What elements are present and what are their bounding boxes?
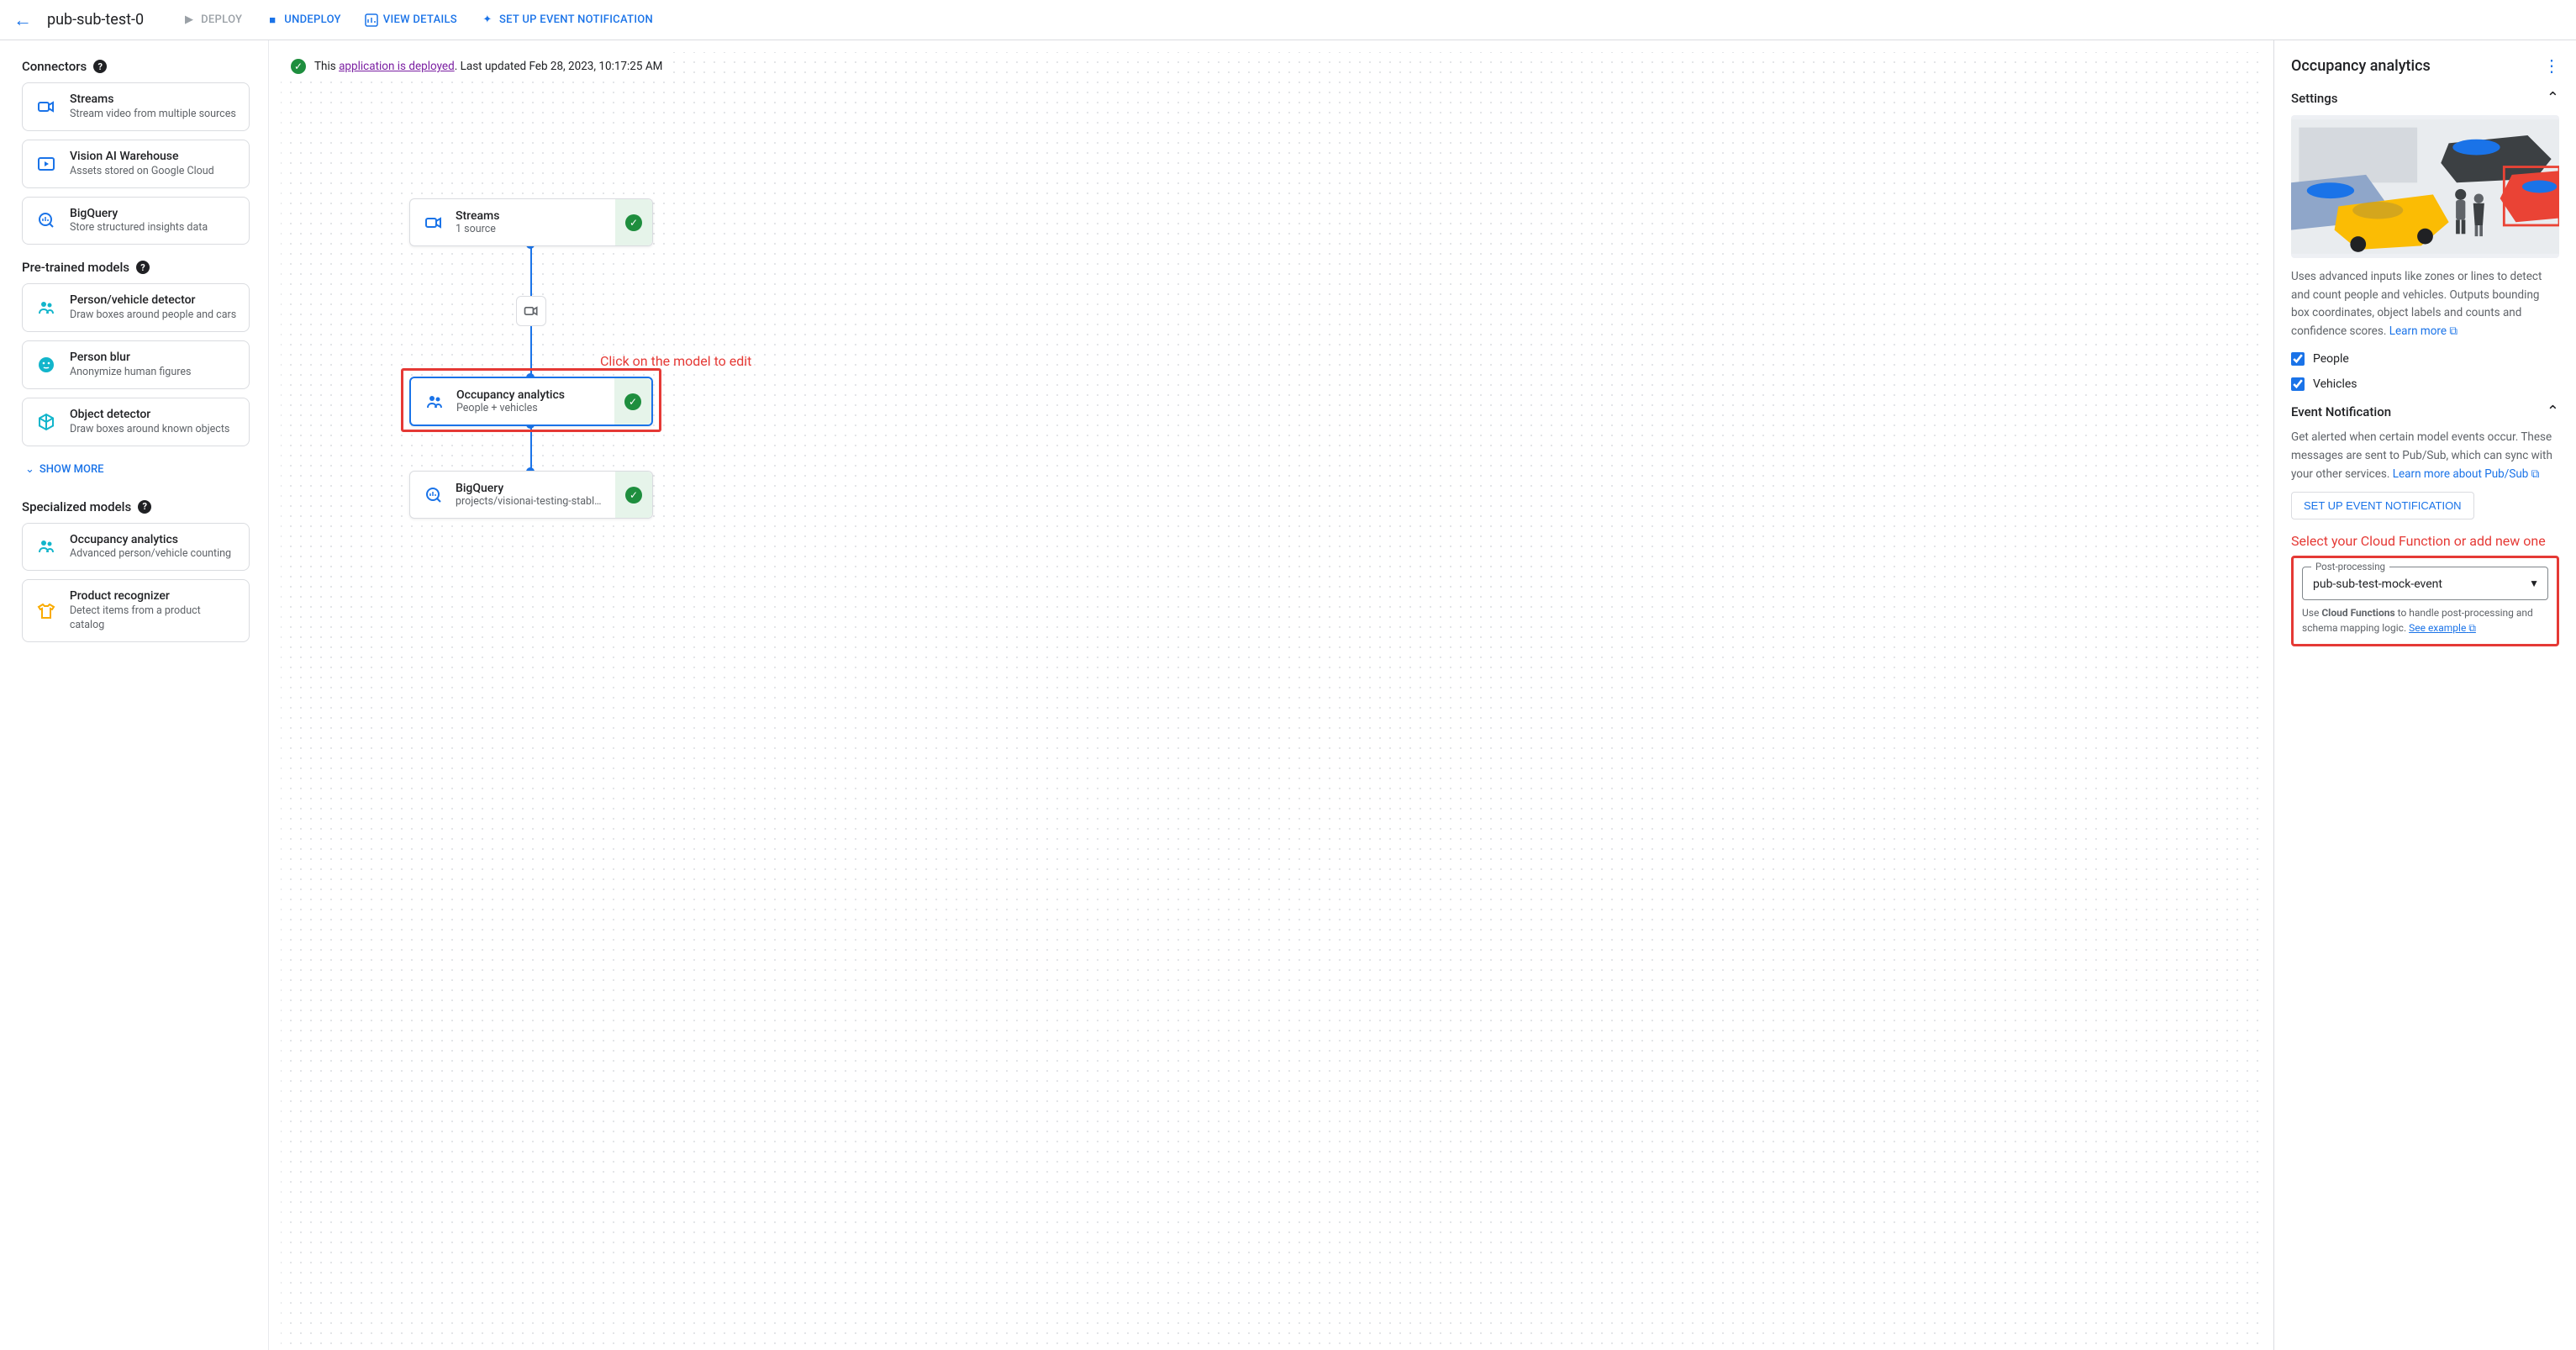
more-menu-button[interactable]: ⋮ — [2543, 55, 2559, 76]
annotation-text: Select your Cloud Function or add new on… — [2291, 533, 2559, 549]
properties-panel: Occupancy analytics ⋮ Settings ⌃ — [2273, 40, 2576, 1350]
event-description: Get alerted when certain model events oc… — [2291, 429, 2559, 483]
people-icon — [34, 535, 58, 558]
post-processing-select[interactable]: Post-processing pub-sub-test-mock-event … — [2302, 567, 2548, 600]
bigquery-icon — [34, 208, 58, 232]
setup-event-notification-button[interactable]: ✦ SET UP EVENT NOTIFICATION — [469, 7, 665, 34]
connector-vision-warehouse[interactable]: Vision AI Warehouse Assets stored on Goo… — [22, 140, 250, 188]
people-icon — [34, 296, 58, 319]
model-product-recognizer[interactable]: Product recognizer Detect items from a p… — [22, 579, 250, 642]
annotation-text: Click on the model to edit — [600, 353, 751, 369]
annotation-highlight: Post-processing pub-sub-test-mock-event … — [2291, 556, 2559, 646]
face-icon — [34, 353, 58, 377]
back-button[interactable]: ← — [13, 9, 32, 31]
components-sidebar: Connectors ? Streams Stream video from m… — [0, 40, 269, 1350]
cube-icon — [34, 410, 58, 434]
page-title: pub-sub-test-0 — [47, 11, 144, 29]
illustration-image — [2291, 115, 2559, 258]
help-icon[interactable]: ? — [138, 500, 151, 514]
pubsub-learn-more-link[interactable]: Learn more about Pub/Sub ⧉ — [2393, 467, 2540, 481]
chevron-up-icon: ⌃ — [2547, 403, 2559, 420]
check-icon: ✓ — [625, 487, 642, 504]
checkbox-vehicles-input[interactable] — [2291, 377, 2305, 391]
node-occupancy-analytics[interactable]: Occupancy analytics People + vehicles ✓ — [409, 377, 653, 426]
checkbox-people-input[interactable] — [2291, 352, 2305, 366]
stop-icon: ■ — [266, 13, 279, 27]
view-details-button[interactable]: VIEW DETAILS — [353, 7, 469, 34]
help-icon[interactable]: ? — [93, 60, 107, 73]
checkbox-vehicles[interactable]: Vehicles — [2291, 377, 2559, 391]
application-deployed-link[interactable]: application is deployed — [339, 60, 455, 73]
chart-icon — [365, 13, 378, 27]
connector-bigquery[interactable]: BigQuery Store structured insights data — [22, 197, 250, 245]
setup-event-notification-button[interactable]: SET UP EVENT NOTIFICATION — [2291, 492, 2474, 519]
bigquery-icon — [422, 483, 445, 507]
camera-icon — [34, 95, 58, 119]
deploy-button[interactable]: ▶ DEPLOY — [171, 7, 254, 34]
help-icon[interactable]: ? — [136, 261, 150, 274]
event-notification-section-toggle[interactable]: Event Notification ⌃ — [2291, 403, 2559, 420]
play-icon: ▶ — [182, 13, 196, 27]
post-processing-hint: Use Cloud Functions to handle post-proce… — [2302, 605, 2548, 635]
specialized-section-header: Specialized models ? — [22, 499, 250, 514]
connector-streams[interactable]: Streams Stream video from multiple sourc… — [22, 82, 250, 131]
play-icon — [34, 152, 58, 176]
learn-more-link[interactable]: Learn more ⧉ — [2389, 324, 2457, 338]
model-object-detector[interactable]: Object detector Draw boxes around known … — [22, 398, 250, 446]
node-bigquery[interactable]: BigQuery projects/visionai-testing-stabl… — [409, 471, 653, 519]
deployment-status: ✓ This application is deployed. Last upd… — [281, 52, 672, 82]
check-icon: ✓ — [625, 214, 642, 231]
check-icon: ✓ — [291, 59, 306, 74]
edge — [530, 422, 532, 471]
check-icon: ✓ — [624, 393, 641, 410]
external-link-icon: ⧉ — [2531, 467, 2540, 481]
dropdown-icon: ▼ — [2529, 577, 2539, 589]
pretrained-section-header: Pre-trained models ? — [22, 260, 250, 275]
shirt-icon — [34, 599, 58, 623]
model-person-vehicle-detector[interactable]: Person/vehicle detector Draw boxes aroun… — [22, 283, 250, 332]
external-link-icon: ⧉ — [2449, 324, 2457, 338]
show-more-button[interactable]: ⌄ SHOW MORE — [22, 455, 107, 484]
settings-description: Uses advanced inputs like zones or lines… — [2291, 268, 2559, 340]
model-person-blur[interactable]: Person blur Anonymize human figures — [22, 340, 250, 389]
people-icon — [423, 390, 446, 414]
camera-icon — [422, 211, 445, 235]
settings-section-toggle[interactable]: Settings ⌃ — [2291, 89, 2559, 107]
chevron-down-icon: ⌄ — [25, 463, 34, 476]
model-occupancy-analytics[interactable]: Occupancy analytics Advanced person/vehi… — [22, 523, 250, 572]
intermediate-node-icon[interactable] — [516, 296, 546, 326]
node-streams[interactable]: Streams 1 source ✓ — [409, 198, 653, 246]
external-link-icon: ⧉ — [2468, 622, 2476, 634]
undeploy-button[interactable]: ■ UNDEPLOY — [254, 7, 353, 34]
connectors-section-header: Connectors ? — [22, 59, 250, 74]
checkbox-people[interactable]: People — [2291, 352, 2559, 366]
see-example-link[interactable]: See example ⧉ — [2409, 622, 2476, 634]
sparkle-icon: ✦ — [481, 13, 494, 27]
pipeline-canvas[interactable]: ✓ This application is deployed. Last upd… — [281, 52, 2262, 1350]
panel-title: Occupancy analytics — [2291, 57, 2431, 75]
chevron-up-icon: ⌃ — [2547, 89, 2559, 107]
